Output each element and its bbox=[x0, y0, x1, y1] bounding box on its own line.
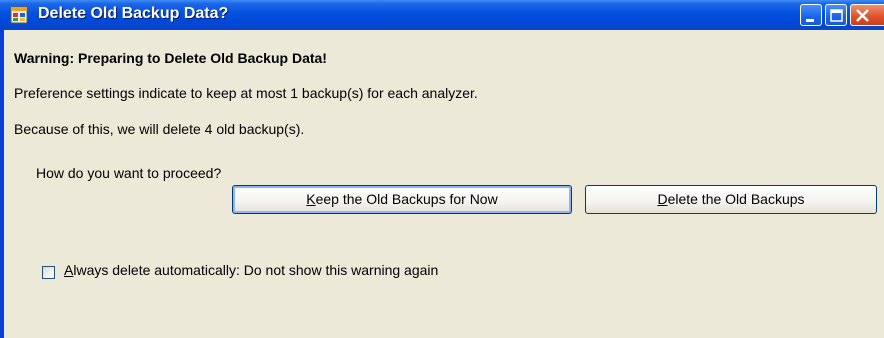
dialog-window: Delete Old Backup Data? Warning: Prepari… bbox=[0, 0, 884, 338]
always-delete-label[interactable]: Always delete automatically: Do not show… bbox=[64, 262, 438, 278]
app-window-icon bbox=[10, 6, 28, 24]
checkbox-mnemonic: A bbox=[64, 262, 74, 278]
close-button[interactable] bbox=[850, 4, 884, 26]
maximize-button[interactable] bbox=[825, 4, 847, 26]
keep-backups-button[interactable]: Keep the Old Backups for Now bbox=[232, 185, 572, 214]
warning-heading: Warning: Preparing to Delete Old Backup … bbox=[14, 50, 327, 66]
maximize-icon bbox=[830, 9, 843, 22]
delete-label: elete the Old Backups bbox=[667, 191, 805, 207]
preference-message: Preference settings indicate to keep at … bbox=[14, 85, 478, 101]
window-title: Delete Old Backup Data? bbox=[38, 5, 229, 22]
minimize-button[interactable] bbox=[800, 4, 822, 26]
checkbox-label-text: lways delete automatically: Do not show … bbox=[73, 262, 439, 278]
dialog-client-area bbox=[4, 30, 884, 338]
title-bar[interactable]: Delete Old Backup Data? bbox=[0, 0, 884, 30]
close-icon bbox=[856, 9, 869, 22]
always-delete-checkbox[interactable] bbox=[42, 266, 55, 279]
keep-label: eep the Old Backups for Now bbox=[315, 191, 498, 207]
delete-backups-button[interactable]: Delete the Old Backups bbox=[585, 185, 877, 214]
proceed-question: How do you want to proceed? bbox=[36, 165, 222, 181]
delete-mnemonic: D bbox=[657, 191, 668, 207]
minimize-icon bbox=[806, 19, 814, 22]
keep-mnemonic: K bbox=[306, 191, 316, 207]
delete-count-message: Because of this, we will delete 4 old ba… bbox=[14, 121, 305, 137]
